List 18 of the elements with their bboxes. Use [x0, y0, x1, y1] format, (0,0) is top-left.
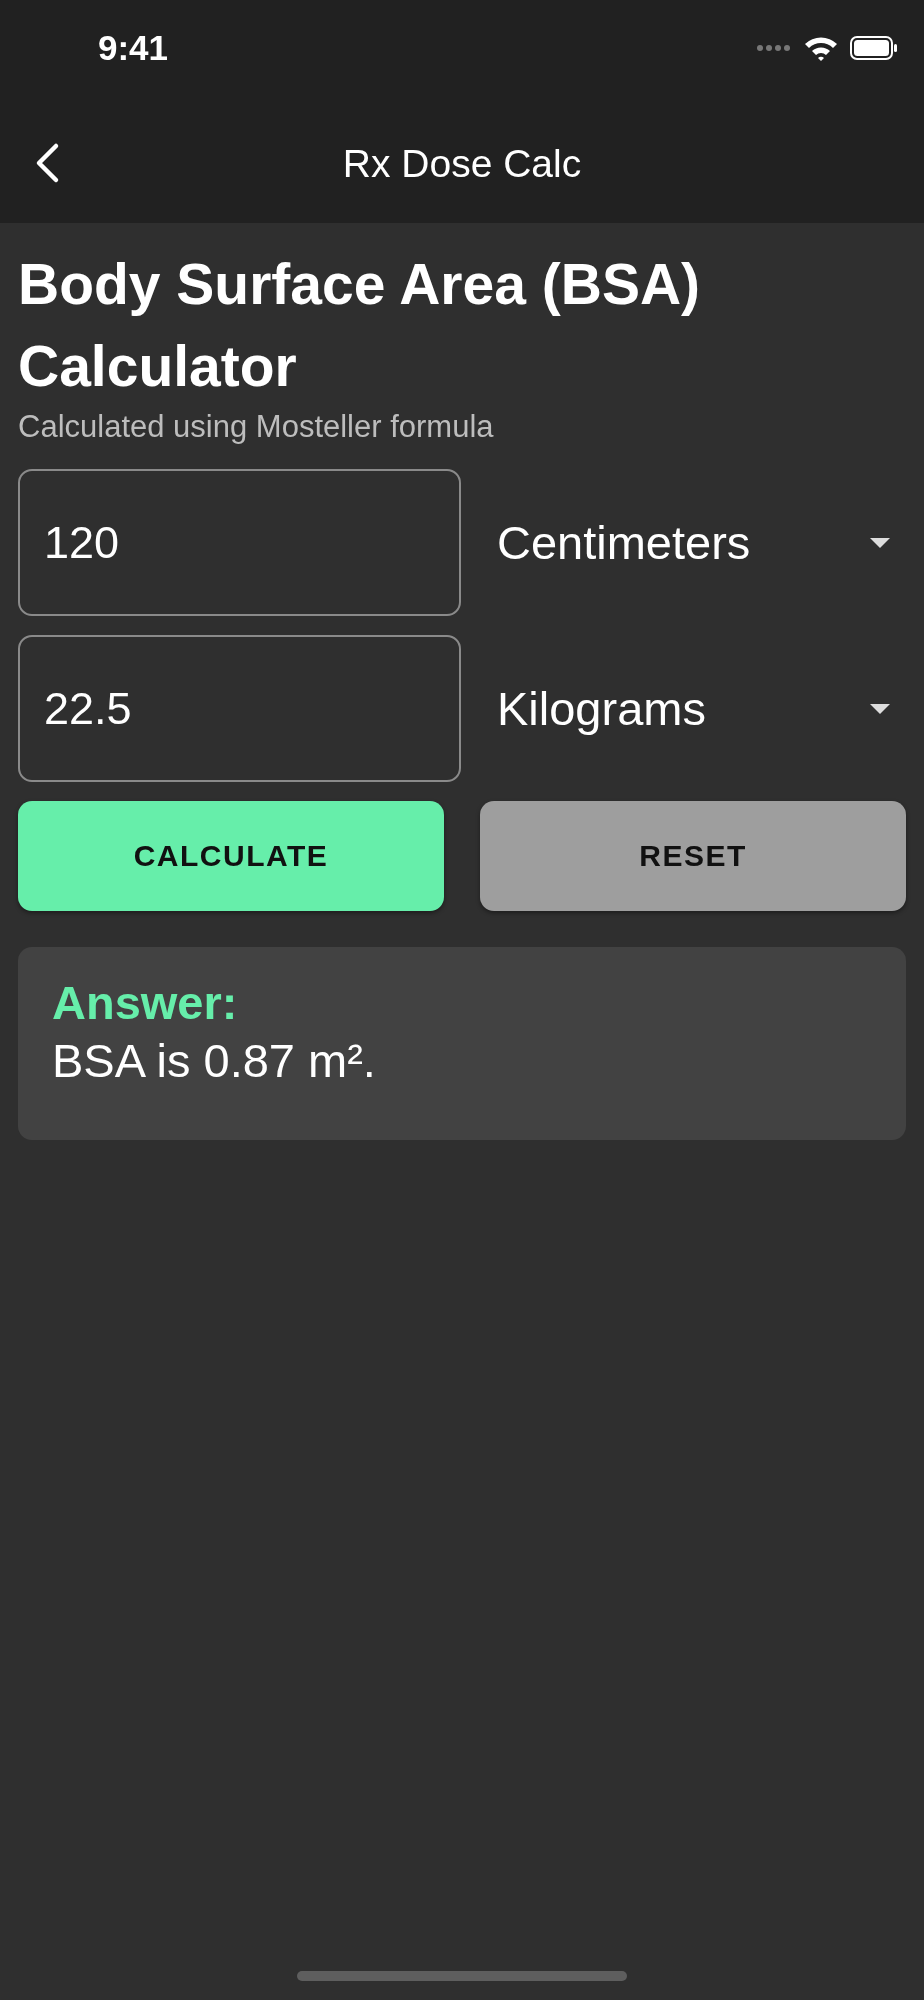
app-title: Rx Dose Calc [342, 141, 582, 186]
caret-icon [870, 537, 890, 548]
status-time: 9:41 [98, 28, 169, 68]
input-field[interactable]: 22.5 [18, 635, 461, 782]
wifi-icon [804, 35, 838, 61]
signal-icon [756, 44, 792, 52]
unit-dropdown[interactable]: Centimeters [497, 492, 906, 593]
action-button[interactable]: CALCULATE [18, 801, 444, 911]
battery-icon [850, 36, 898, 60]
input-field[interactable]: 120 [18, 469, 461, 616]
action-button[interactable]: RESET [480, 801, 906, 911]
unit-dropdown[interactable]: Kilograms [497, 658, 906, 759]
answer-text: BSA is 0.87 m². [52, 1033, 377, 1089]
page-heading: Body Surface Area (BSA) Calculator [18, 251, 702, 400]
caret-icon [870, 703, 890, 714]
back-button[interactable] [34, 142, 60, 184]
answer-label: Answer: [52, 975, 239, 1031]
page-subtitle: Calculated using Mosteller formula [18, 408, 495, 446]
